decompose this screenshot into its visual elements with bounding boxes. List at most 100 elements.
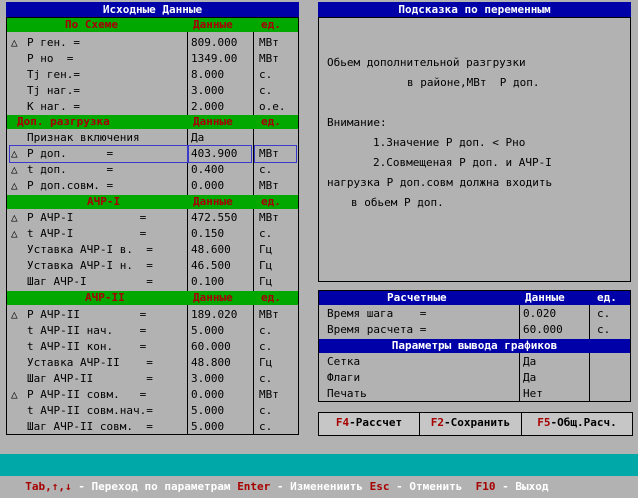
calc-row-step[interactable]: Время шага = 0.020 с.	[319, 306, 630, 322]
calc-row-unit: с.	[597, 323, 611, 336]
delta-marker-icon: △	[11, 211, 18, 224]
param-value[interactable]: 0.000	[191, 178, 224, 194]
param-value[interactable]: 3.000	[191, 371, 224, 387]
header-label: Доп. разгрузка	[17, 115, 110, 128]
status-key-enter: Enter	[237, 480, 271, 493]
param-value[interactable]: 189.020	[191, 307, 237, 323]
param-label: Tj ген.=	[27, 68, 80, 81]
save-button[interactable]: F2-Сохранить	[419, 412, 522, 436]
calc-header-data: Данные	[525, 291, 565, 304]
header-data: Данные	[193, 18, 233, 31]
param-value[interactable]: 3.000	[191, 83, 224, 99]
param-unit: МВт	[259, 388, 279, 401]
graph-row-print[interactable]: Печать Нет	[319, 386, 630, 402]
param-row[interactable]: △ Р доп. = 403.900 МВт	[7, 145, 298, 163]
param-row[interactable]: Уставка АЧР-II = 48.800 Гц	[7, 355, 298, 371]
graph-row-flags[interactable]: Флаги Да	[319, 370, 630, 386]
param-label: Уставка АЧР-I н. =	[27, 259, 153, 272]
param-unit: МВт	[259, 179, 279, 192]
param-unit: с.	[259, 340, 273, 353]
hint-panel: Обьем дополнительной разгрузки в районе,…	[318, 17, 631, 282]
param-row[interactable]: Признак включения Да	[7, 130, 298, 146]
focus-highlight	[188, 145, 252, 163]
param-value[interactable]: 5.000	[191, 419, 224, 435]
fkey-label: F4	[335, 416, 350, 429]
param-value[interactable]: 60.000	[191, 339, 231, 355]
param-row[interactable]: △ Р доп.совм. = 0.000 МВт	[7, 178, 298, 194]
status-text-nav: - Переход по параметрам	[71, 480, 238, 493]
hint-line-5: 2.Совмещеная Р доп. и АЧР-I	[373, 156, 552, 169]
graph-params-header: Параметры вывода графиков	[319, 339, 630, 353]
delta-marker-icon: △	[11, 36, 18, 49]
param-label: Р доп.совм. =	[27, 179, 114, 192]
param-row[interactable]: Шаг АЧР-II = 3.000 с.	[7, 371, 298, 387]
param-value[interactable]: 809.000	[191, 35, 237, 51]
param-label: Р ген. =	[27, 36, 80, 49]
param-row[interactable]: К наг. = 2.000 о.е.	[7, 99, 298, 115]
calc-row-value[interactable]: 60.000	[523, 322, 563, 338]
param-value[interactable]: 46.500	[191, 258, 231, 274]
param-row[interactable]: △ t доп. = 0.400 с.	[7, 162, 298, 178]
param-row[interactable]: Шаг АЧР-II совм. = 5.000 с.	[7, 419, 298, 435]
param-row[interactable]: Уставка АЧР-I в. = 48.600 Гц	[7, 242, 298, 258]
param-value[interactable]: 0.400	[191, 162, 224, 178]
param-value[interactable]: Да	[191, 130, 204, 146]
param-value[interactable]: 472.550	[191, 210, 237, 226]
param-row[interactable]: △ t АЧР-I = 0.150 с.	[7, 226, 298, 242]
param-label: Р АЧР-I =	[27, 211, 147, 224]
calculate-button[interactable]: F4-Рассчет	[318, 412, 420, 436]
param-row[interactable]: Уставка АЧР-I н. = 46.500 Гц	[7, 258, 298, 274]
param-row[interactable]: Шаг АЧР-I = 0.100 Гц	[7, 274, 298, 290]
param-value[interactable]: 0.100	[191, 274, 224, 290]
param-label: К наг. =	[27, 100, 80, 113]
header-unit: ед.	[261, 291, 281, 304]
param-row[interactable]: t АЧР-II нач. = 5.000 с.	[7, 323, 298, 339]
left-panel: По Схеме Данные ед. △ Р ген. = 809.000 МВт Р…	[6, 17, 299, 435]
graph-row-value[interactable]: Нет	[523, 386, 543, 402]
param-label: Шаг АЧР-II совм. =	[27, 420, 153, 433]
status-text-enter: - Изменениить	[270, 480, 370, 493]
hint-line-2: в районе,МВт Р доп.	[407, 76, 540, 89]
param-row[interactable]: Р но = 1349.00 МВт	[7, 51, 298, 67]
graph-row-grid[interactable]: Сетка Да	[319, 354, 630, 370]
header-data: Данные	[193, 291, 233, 304]
left-panel-title: Исходные Данные	[6, 2, 299, 17]
param-label: t АЧР-II кон. =	[27, 340, 147, 353]
param-row[interactable]: △ Р АЧР-II совм. = 0.000 МВт	[7, 387, 298, 403]
param-value[interactable]: 5.000	[191, 403, 224, 419]
param-value[interactable]: 0.000	[191, 387, 224, 403]
param-row[interactable]: △ Р ген. = 809.000 МВт	[7, 35, 298, 51]
hint-panel-title: Подсказка по переменным	[318, 2, 631, 17]
param-value[interactable]: 1349.00	[191, 51, 237, 67]
graph-row-value[interactable]: Да	[523, 370, 536, 386]
param-unit: с.	[259, 163, 273, 176]
param-value[interactable]: 0.150	[191, 226, 224, 242]
graph-row-value[interactable]: Да	[523, 354, 536, 370]
param-label: Р АЧР-II совм. =	[27, 388, 147, 401]
param-unit: с.	[259, 84, 273, 97]
calc-row-duration[interactable]: Время расчета = 60.000 с.	[319, 322, 630, 338]
calc-row-value[interactable]: 0.020	[523, 306, 556, 322]
hint-line-3: Внимание:	[327, 116, 387, 129]
param-row[interactable]: △ Р АЧР-II = 189.020 МВт	[7, 307, 298, 323]
param-value[interactable]: 2.000	[191, 99, 224, 115]
param-value[interactable]: 48.800	[191, 355, 231, 371]
param-row[interactable]: t АЧР-II кон. = 60.000 с.	[7, 339, 298, 355]
param-row[interactable]: t АЧР-II совм.нач.= 5.000 с.	[7, 403, 298, 419]
param-label: t доп. =	[27, 163, 114, 176]
param-value[interactable]: 8.000	[191, 67, 224, 83]
status-key-nav: Tab,↑,↓	[25, 480, 72, 493]
delta-marker-icon: △	[11, 388, 18, 401]
param-row[interactable]: Tj ген.= 8.000 с.	[7, 67, 298, 83]
fkey-text: -Рассчет	[349, 416, 403, 429]
param-unit: о.е.	[259, 100, 286, 113]
general-calc-button[interactable]: F5-Общ.Расч.	[521, 412, 633, 436]
header-unit: ед.	[261, 195, 281, 208]
param-value[interactable]: 5.000	[191, 323, 224, 339]
hint-line-6: нагрузка Р доп.совм должна входить	[327, 176, 553, 189]
section-header-achr2: АЧР-II Данные ед.	[7, 291, 298, 305]
delta-marker-icon: △	[11, 227, 18, 240]
param-row[interactable]: Tj наг.= 3.000 с.	[7, 83, 298, 99]
param-value[interactable]: 48.600	[191, 242, 231, 258]
param-row[interactable]: △ Р АЧР-I = 472.550 МВт	[7, 210, 298, 226]
